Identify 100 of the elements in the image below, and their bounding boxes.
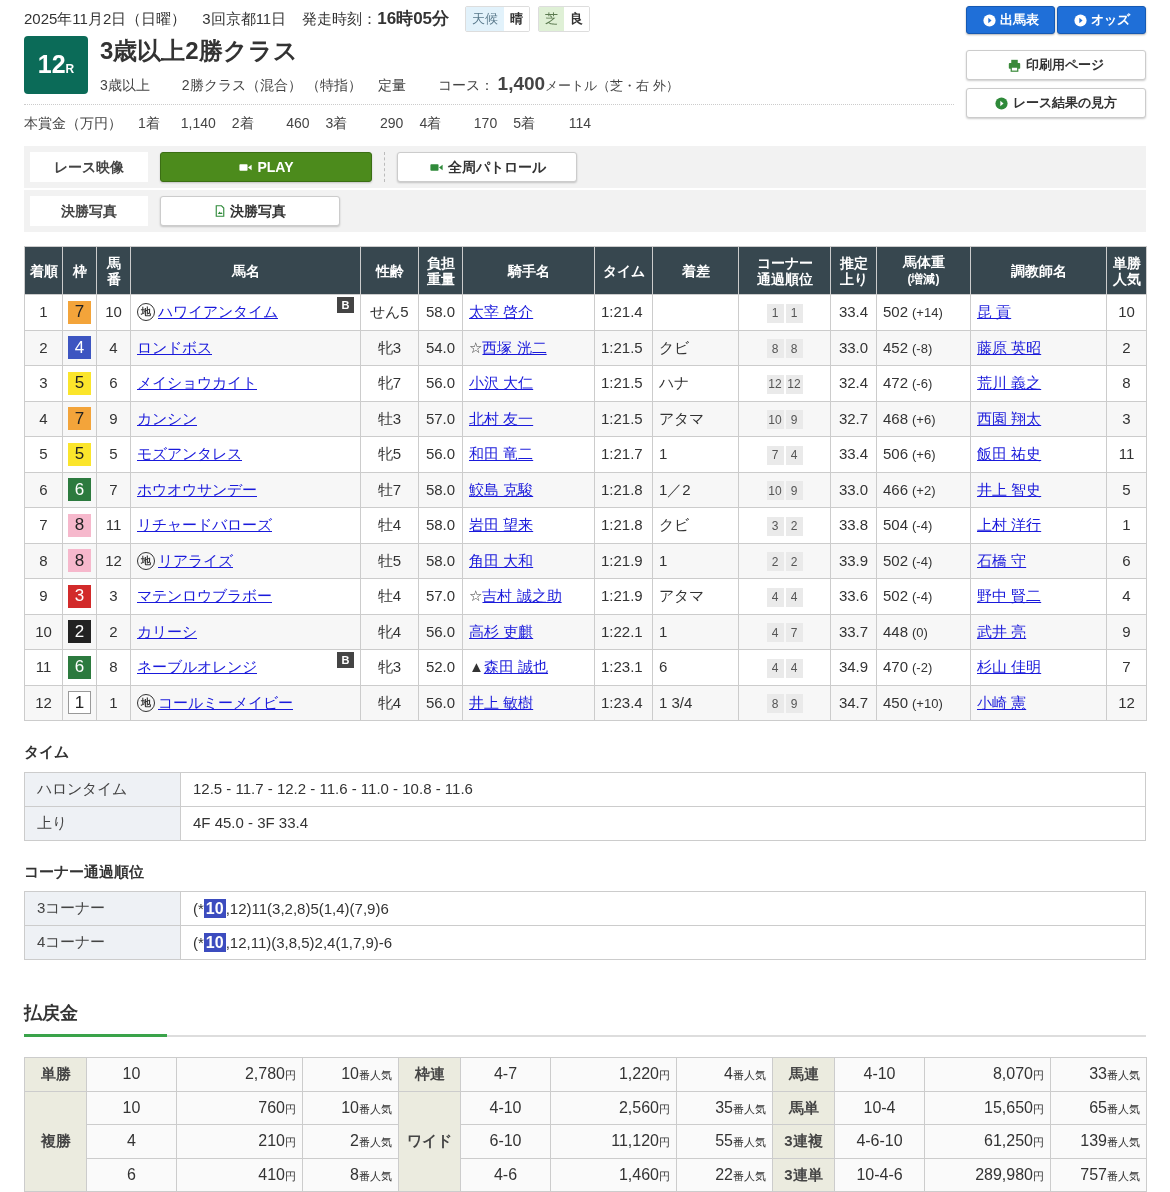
race-condition: 定量 — [377, 75, 406, 95]
finish-time: 1:21.7 — [594, 436, 653, 472]
horse-number: 8 — [96, 649, 131, 685]
payout-combination: 10 — [86, 1057, 177, 1091]
horse-name-link[interactable]: カリーシ — [137, 620, 197, 643]
video-button[interactable]: 全周パトロール — [397, 152, 577, 182]
play-button[interactable]: PLAY — [160, 152, 372, 182]
horse-name-link[interactable]: コールミーメイビー — [158, 691, 293, 714]
sex-age: 牝7 — [360, 365, 419, 401]
horse-number: 10 — [96, 294, 131, 330]
row-label: 4コーナー — [24, 925, 181, 960]
finish-position: 1 — [24, 294, 63, 330]
prize-place: 5着 — [513, 114, 535, 133]
payout-popularity: 757番人気 — [1080, 1165, 1140, 1183]
jockey-name-link[interactable]: 森田 誠也 — [483, 658, 549, 675]
frame-number: 3 — [68, 584, 91, 608]
prize-place: 2着 — [231, 114, 254, 133]
payout-amount: 11,120円 — [611, 1132, 670, 1150]
payout-amount: 2,560円 — [618, 1098, 670, 1116]
nav-button[interactable]: オッズ — [1057, 6, 1146, 34]
horse-name-link[interactable]: ハワイアンタイム — [158, 301, 278, 324]
race-condition: 3歳以上 — [100, 75, 150, 95]
finish-time: 1:21.8 — [594, 472, 653, 508]
payout-combination: 10-4 — [834, 1091, 925, 1125]
corner-position: 9 — [785, 694, 803, 713]
condition-badge: 天候 晴 — [465, 6, 531, 32]
payout-popularity: 22番人気 — [715, 1165, 766, 1183]
popularity: 4 — [1106, 578, 1147, 614]
corner-position: 2 — [785, 552, 803, 571]
last-3f-time: 33.9 — [830, 543, 877, 579]
race-title: 3歳以上2勝クラス — [100, 35, 299, 66]
race-number-badge: 12R — [24, 35, 88, 94]
weight-change: (+6) — [912, 447, 936, 462]
finish-position: 8 — [24, 543, 63, 579]
payout-combination: 4 — [86, 1124, 177, 1158]
corner-order-text: (* — [193, 899, 204, 917]
photo-button[interactable]: 決勝写真 — [160, 196, 340, 226]
print-button[interactable]: 印刷用ページ — [966, 50, 1146, 80]
carried-weight: 57.0 — [418, 578, 463, 614]
trainer-name-link[interactable]: 小崎 憲 — [977, 693, 1027, 711]
frame-number: 8 — [68, 549, 91, 573]
corner-position: 10 — [766, 481, 784, 500]
jockey-name-link[interactable]: 西塚 洸二 — [482, 338, 547, 356]
row-label: 上り — [24, 806, 181, 840]
nav-button[interactable]: 出馬表 — [966, 6, 1055, 34]
weight-change: (+10) — [912, 695, 943, 711]
finish-time: 1:21.5 — [594, 330, 653, 366]
finish-position: 9 — [24, 578, 63, 614]
prize-amount: 1,140 — [179, 114, 216, 133]
distance: 1,400 — [497, 71, 546, 96]
sex-age: せん5 — [360, 294, 419, 330]
prize-amount: 460 — [285, 114, 310, 133]
payout-amount: 61,250円 — [984, 1132, 1044, 1150]
trainer-name-link[interactable]: 石橋 守 — [977, 551, 1027, 569]
apprentice-mark: ☆ — [469, 338, 483, 356]
distance-unit: メートル（芝・右 外） — [545, 76, 679, 95]
finish-position: 4 — [24, 401, 63, 437]
split-times: 4F 45.0 - 3F 33.4 — [180, 806, 1146, 840]
last-3f-time: 33.7 — [830, 614, 877, 650]
horse-name-link[interactable]: リアライズ — [158, 549, 233, 572]
help-button[interactable]: レース結果の見方 — [966, 88, 1146, 118]
prize-amount: 290 — [379, 114, 404, 133]
race-condition: （特指） — [305, 75, 362, 95]
payout-popularity: 33番人気 — [1089, 1065, 1140, 1083]
popularity: 3 — [1106, 401, 1147, 437]
trainer-name-link[interactable]: 昆 貢 — [977, 303, 1012, 320]
column-header: 調教師名 — [970, 246, 1107, 295]
corner-position: 2 — [766, 552, 784, 571]
payout-combination: 4-6 — [460, 1158, 551, 1192]
section-title: コーナー通過順位 — [24, 861, 145, 882]
start-time-label: 発走時刻： — [302, 8, 378, 29]
popularity: 8 — [1106, 365, 1147, 401]
finish-position: 12 — [24, 685, 63, 721]
carried-weight: 52.0 — [418, 649, 463, 685]
blinker-badge: B — [337, 652, 354, 668]
body-weight: 502 — [883, 587, 909, 604]
popularity: 9 — [1106, 614, 1147, 650]
weight-change: (-8) — [912, 340, 933, 356]
corner-position: 4 — [785, 445, 803, 465]
horse-name-link[interactable]: カンシン — [137, 407, 197, 430]
corner-order-text: ,12,11)(3,8,5)2,4(1,7,9)-6 — [225, 933, 393, 951]
body-weight: 470 — [883, 658, 909, 675]
jockey-name-link[interactable]: 吉村 誠之助 — [482, 587, 562, 604]
carried-weight: 56.0 — [418, 436, 463, 472]
race-date: 2025年11月2日（日曜） — [24, 8, 187, 29]
column-header: 着順 — [24, 246, 63, 295]
corner-position: 1 — [766, 303, 784, 323]
sex-age: 牡3 — [360, 401, 419, 437]
play-circle-icon — [995, 96, 1008, 110]
margin-text: クビ — [659, 338, 689, 356]
trainer-name-link[interactable]: 武井 亮 — [977, 622, 1027, 640]
leader-highlight: 10 — [203, 932, 226, 952]
bet-type: 枠連 — [398, 1057, 461, 1091]
margin-text: クビ — [659, 516, 689, 533]
horse-name-link[interactable]: ネーブルオレンジ — [137, 656, 257, 679]
finish-position: 10 — [24, 614, 63, 650]
last-3f-time: 34.7 — [830, 685, 877, 721]
sex-age: 牝3 — [360, 649, 419, 685]
margin-text: 1 — [659, 445, 668, 462]
split-times: 12.5 - 11.7 - 12.2 - 11.6 - 11.0 - 10.8 - 11.6 — [180, 772, 1146, 806]
